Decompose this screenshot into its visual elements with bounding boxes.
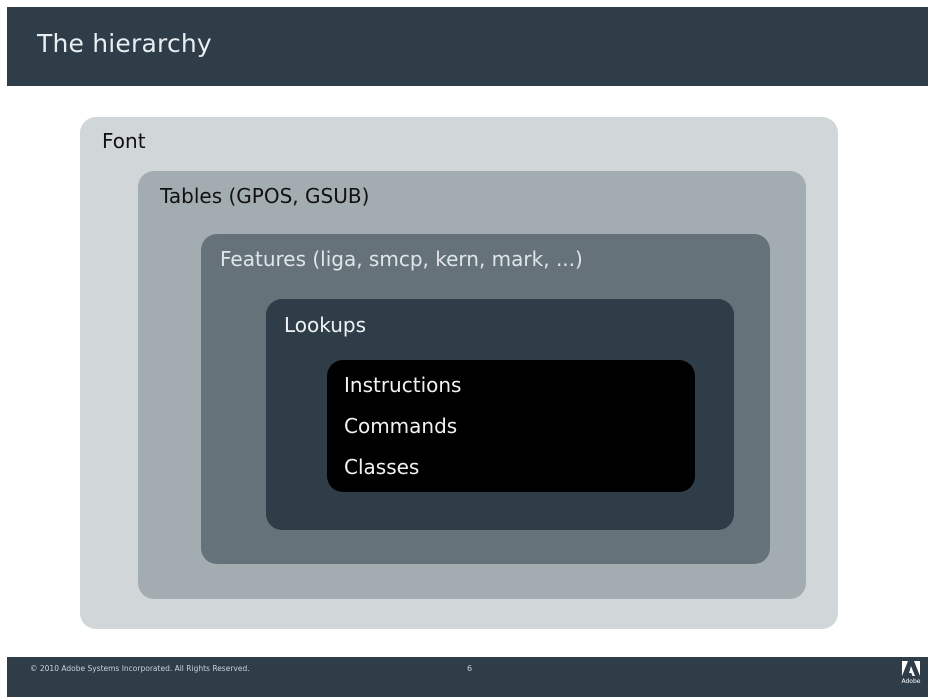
tables-label: Tables (GPOS, GSUB)	[160, 184, 370, 208]
adobe-logo-text: Adobe	[901, 678, 921, 685]
instructions-box: Instructions Commands Classes	[327, 360, 695, 492]
features-label: Features (liga, smcp, kern, mark, ...)	[220, 247, 583, 271]
page-number: 6	[467, 664, 473, 673]
slide-header: The hierarchy	[7, 7, 928, 86]
adobe-logo: Adobe	[900, 661, 922, 685]
adobe-logo-icon	[902, 661, 920, 676]
lookups-label: Lookups	[284, 313, 367, 337]
slide-title: The hierarchy	[37, 29, 212, 58]
instructions-item: Instructions	[344, 373, 462, 397]
copyright-text: © 2010 Adobe Systems Incorporated. All R…	[30, 664, 250, 673]
slide-footer: © 2010 Adobe Systems Incorporated. All R…	[7, 657, 928, 697]
font-label: Font	[102, 129, 146, 153]
commands-item: Commands	[344, 414, 458, 438]
classes-item: Classes	[344, 455, 420, 479]
instructions-list: Instructions Commands Classes	[344, 372, 461, 495]
